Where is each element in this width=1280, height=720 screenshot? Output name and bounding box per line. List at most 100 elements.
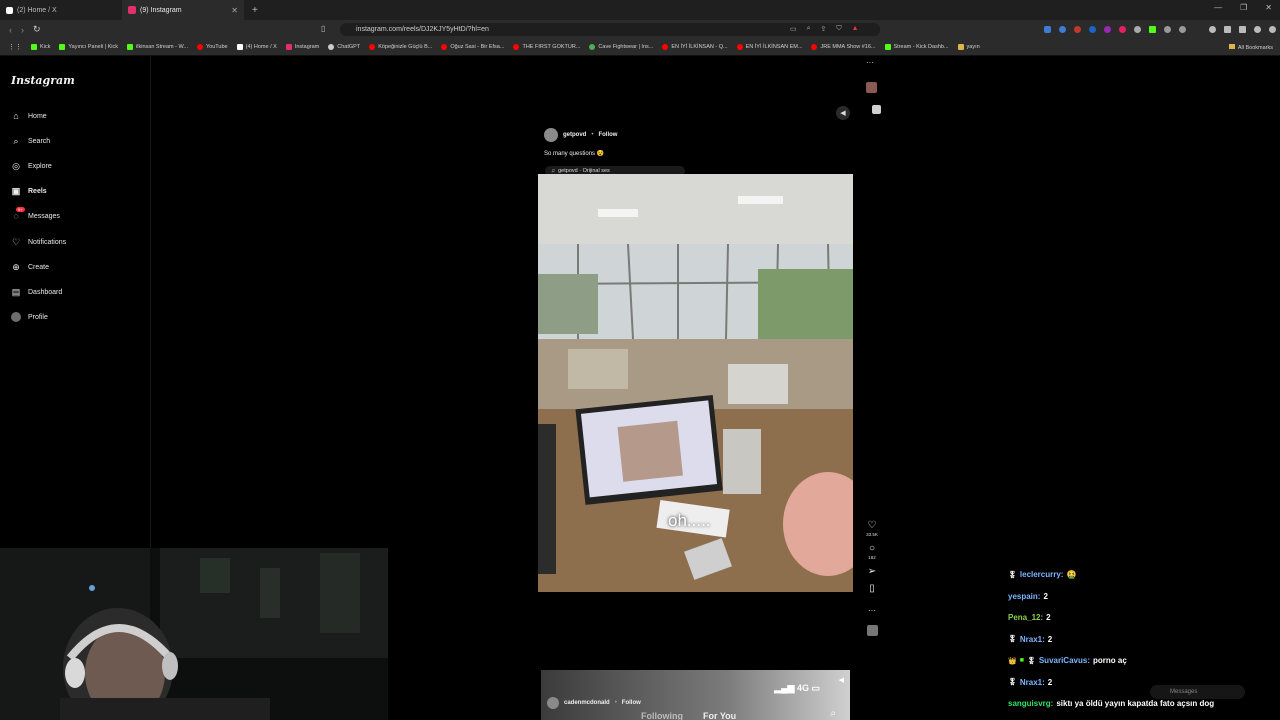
next-reel-username[interactable]: cadenmcdonald bbox=[564, 700, 610, 706]
shield-icon[interactable]: ⛉ bbox=[836, 25, 841, 33]
chat-text: 2 bbox=[1043, 591, 1048, 601]
reload-icon[interactable]: ↻ bbox=[33, 24, 41, 35]
new-tab-icon[interactable]: + bbox=[252, 5, 258, 16]
apps-icon[interactable]: ⋮⋮ bbox=[8, 43, 22, 51]
extension-icon[interactable] bbox=[1134, 26, 1141, 33]
back-icon[interactable]: ‹ bbox=[9, 25, 12, 35]
tab-for-you: For You bbox=[703, 711, 737, 720]
bookmark-item[interactable]: Kick bbox=[31, 44, 50, 50]
extension-icon[interactable] bbox=[1149, 26, 1156, 33]
bookmark-item[interactable]: Yayıncı Paneli | Kick bbox=[59, 44, 118, 50]
bookmark-page-icon[interactable]: ▯ bbox=[321, 24, 325, 33]
extension-icon[interactable] bbox=[1089, 26, 1096, 33]
tab-label: (9) Instagram bbox=[140, 6, 182, 14]
bookmark-item[interactable]: EN İYİ İLKİNSAN - Q... bbox=[662, 44, 728, 50]
mute-icon[interactable]: ◀ bbox=[839, 676, 844, 684]
reels-icon: ▣ bbox=[11, 185, 21, 196]
avatar[interactable] bbox=[544, 128, 558, 142]
sidebar-item-messages[interactable]: ◌ 9+ Messages bbox=[11, 207, 60, 221]
kick-icon bbox=[31, 44, 37, 50]
extension-icon[interactable] bbox=[1119, 26, 1126, 33]
bookmark-item[interactable]: Oğuz Sasi - Bir Efsa... bbox=[441, 44, 504, 50]
audio-thumbnail[interactable] bbox=[872, 105, 881, 114]
sidebar-item-home[interactable]: ⌂ Home bbox=[11, 111, 46, 121]
bookmark-item[interactable]: ilkinsan Stream - W... bbox=[127, 44, 188, 50]
next-reel[interactable]: ◀ ▂▄▆ 4G ▭ cadenmcdonald • Follow Follow… bbox=[541, 670, 850, 720]
vpn-icon[interactable] bbox=[1269, 26, 1276, 33]
streamer-webcam bbox=[0, 548, 388, 720]
sidebar-item-search[interactable]: ⌕ Search bbox=[11, 136, 50, 146]
bookmark-item[interactable]: THE FIRST GOKTUR... bbox=[513, 44, 580, 50]
youtube-icon bbox=[441, 44, 448, 50]
close-window-icon[interactable]: ✕ bbox=[1265, 3, 1272, 12]
sidebar-item-dashboard[interactable]: ▤ Dashboard bbox=[11, 287, 63, 297]
bookmark-item[interactable]: Cave Fightwear | Ins... bbox=[589, 44, 653, 50]
bookmark-item[interactable]: Instagram bbox=[285, 44, 319, 50]
follow-button[interactable]: Follow bbox=[598, 132, 617, 138]
extension-icon[interactable] bbox=[1059, 26, 1066, 33]
wallet-icon[interactable] bbox=[1239, 26, 1246, 33]
bookmark-item[interactable]: Stream - Kick Dashb... bbox=[884, 44, 949, 50]
chat-text: 🤮 bbox=[1066, 570, 1077, 580]
share-button[interactable]: ➢ bbox=[868, 566, 876, 577]
zoom-icon[interactable]: ⌕ bbox=[807, 25, 811, 33]
kick-icon bbox=[59, 44, 66, 50]
browser-tab-instagram[interactable]: (9) Instagram ✕ bbox=[122, 0, 244, 20]
alert-icon[interactable]: ▲ bbox=[852, 25, 859, 33]
reel-username[interactable]: getpovd bbox=[563, 132, 586, 138]
sidebar-item-explore[interactable]: ◎ Explore bbox=[11, 161, 52, 171]
bookmark-item[interactable]: (4) Home / X bbox=[236, 44, 277, 50]
avatar[interactable] bbox=[547, 697, 559, 709]
sidebar-icon[interactable] bbox=[1224, 26, 1231, 33]
mute-button[interactable]: ◀ bbox=[836, 106, 850, 120]
save-button[interactable]: ▯ bbox=[869, 583, 875, 594]
chatgpt-icon bbox=[328, 44, 335, 50]
kick-icon bbox=[884, 44, 891, 50]
close-tab-icon[interactable]: ✕ bbox=[231, 6, 238, 15]
bookmark-item[interactable]: Köpeğinizle Güçlü B... bbox=[369, 44, 432, 50]
ai-icon[interactable] bbox=[1254, 26, 1261, 33]
bookmark-item[interactable]: EN İYİ İLKİNSAN EM... bbox=[736, 44, 802, 50]
extension-icon[interactable] bbox=[1164, 26, 1171, 33]
chat-username: Nrax1: bbox=[1019, 677, 1045, 687]
reel-caption: So many questions 😵 bbox=[544, 151, 605, 157]
sidebar-item-profile[interactable]: Profile bbox=[11, 312, 48, 322]
bookmark-label: YouTube bbox=[206, 44, 228, 50]
extension-icon[interactable] bbox=[1179, 26, 1186, 33]
bookmark-item[interactable]: YouTube bbox=[197, 44, 228, 50]
all-bookmarks[interactable]: All Bookmarks bbox=[1228, 44, 1273, 51]
audio-thumbnail-button[interactable] bbox=[866, 625, 878, 636]
extension-icon[interactable] bbox=[1194, 26, 1201, 33]
extension-icon[interactable] bbox=[1074, 26, 1081, 33]
messages-chip[interactable]: Messages bbox=[1150, 685, 1245, 699]
bookmark-label: Yayıncı Paneli | Kick bbox=[68, 44, 119, 50]
like-count: 33.5K bbox=[866, 532, 878, 537]
browser-tab-x[interactable]: (2) Home / X bbox=[0, 0, 122, 20]
sidebar-item-create[interactable]: ⊕ Create bbox=[11, 262, 49, 272]
music-icon[interactable] bbox=[1209, 26, 1216, 33]
bookmark-item[interactable]: JRE MMA Show #16... bbox=[811, 44, 876, 50]
bookmark-item[interactable]: ChatGPT bbox=[328, 44, 360, 50]
comment-button[interactable]: ○ 182 bbox=[868, 543, 876, 560]
extension-icons bbox=[1044, 26, 1280, 33]
previous-reel-thumbnail[interactable] bbox=[866, 82, 877, 93]
extension-icon[interactable] bbox=[1104, 26, 1111, 33]
extension-icon[interactable] bbox=[1044, 26, 1051, 33]
youtube-icon bbox=[736, 44, 743, 50]
more-button[interactable]: ··· bbox=[868, 606, 876, 615]
sidebar-item-notifications[interactable]: ♡ Notifications bbox=[11, 237, 66, 247]
maximize-icon[interactable]: ❐ bbox=[1240, 3, 1247, 12]
forward-icon[interactable]: › bbox=[21, 25, 24, 35]
instagram-logo[interactable]: Instagram bbox=[11, 74, 75, 87]
bookmark-folder[interactable]: yayın bbox=[957, 44, 980, 50]
follow-button[interactable]: Follow bbox=[622, 700, 641, 706]
more-options-icon[interactable]: ··· bbox=[866, 58, 874, 67]
cast-icon[interactable]: ▭ bbox=[790, 25, 797, 33]
share-icon[interactable]: ⇪ bbox=[821, 25, 827, 33]
minimize-icon[interactable]: — bbox=[1214, 3, 1222, 12]
bookmark-label: yayın bbox=[966, 44, 980, 50]
sidebar-item-label: Search bbox=[28, 137, 51, 145]
sidebar-item-reels[interactable]: ▣ Reels bbox=[11, 186, 47, 196]
bookmark-label: JRE MMA Show #16... bbox=[820, 44, 876, 50]
like-button[interactable]: ♡ 33.5K bbox=[866, 520, 878, 537]
